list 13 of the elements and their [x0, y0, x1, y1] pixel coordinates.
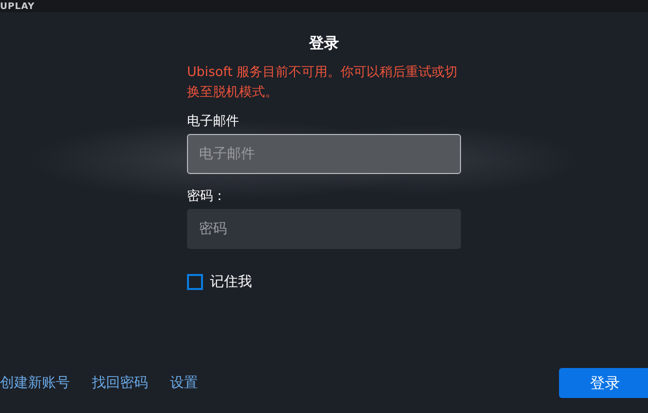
email-field[interactable]: 电子邮件: [187, 134, 461, 174]
login-button[interactable]: 登录: [559, 368, 648, 398]
footer-link[interactable]: 创建新账号: [0, 374, 70, 392]
field-label: 密码：: [187, 188, 227, 206]
remember-checkbox[interactable]: [187, 274, 203, 290]
logo: UPLAY: [0, 3, 35, 12]
footer-link[interactable]: 设置: [170, 374, 198, 392]
field-label: 电子邮件: [187, 113, 240, 131]
checkbox-label: 记住我: [210, 273, 252, 291]
dialog-title: 登录: [309, 34, 339, 53]
footer-link[interactable]: 找回密码: [92, 374, 148, 392]
password-field[interactable]: 密码: [187, 209, 461, 249]
error-message: Ubisoft 服务目前不可用。你可以稍后重试或切换至脱机模式。: [187, 64, 459, 102]
